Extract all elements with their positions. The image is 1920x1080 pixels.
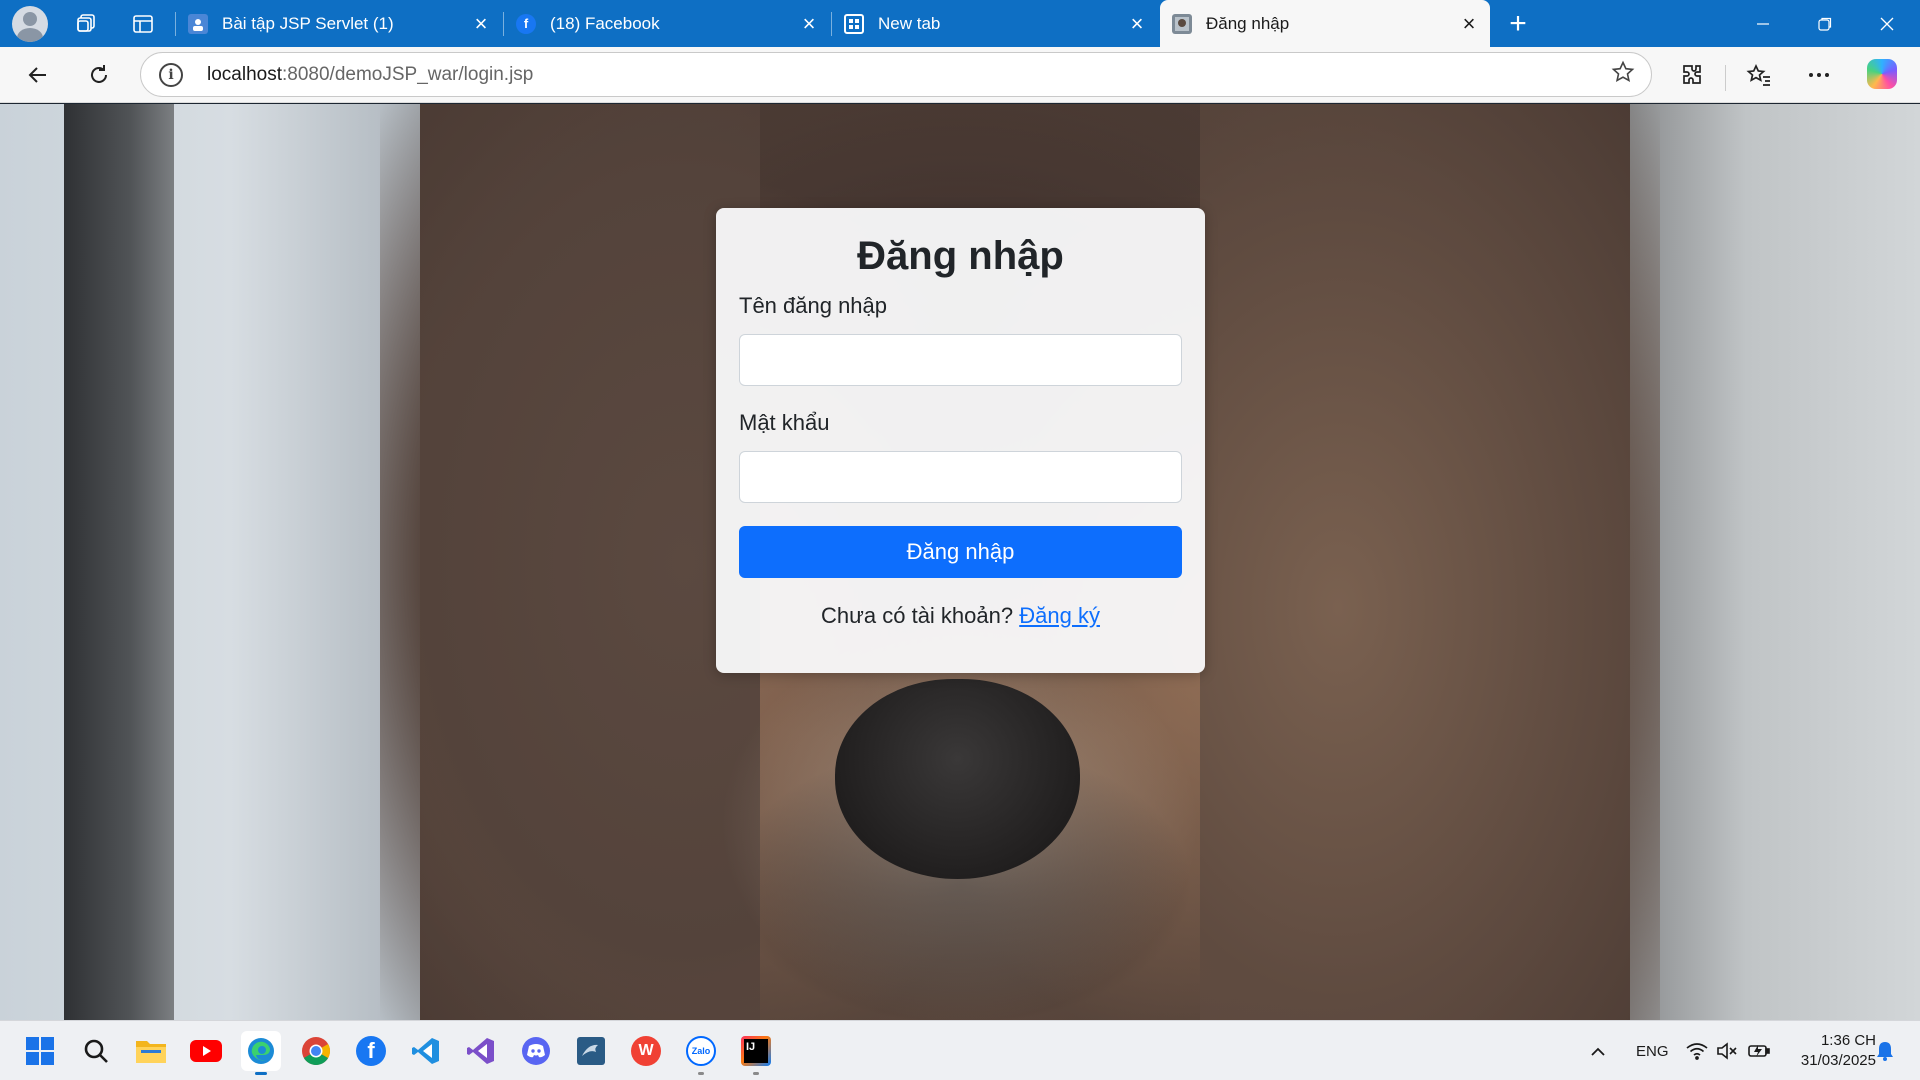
volume-muted-icon[interactable] <box>1716 1021 1738 1080</box>
browser-titlebar: Bài tập JSP Servlet (1) × f (18) Faceboo… <box>0 0 1920 47</box>
system-clock[interactable]: 1:36 CH 31/03/2025 <box>1780 1031 1876 1071</box>
wifi-icon[interactable] <box>1686 1021 1708 1080</box>
facebook-icon: f <box>516 13 536 34</box>
file-explorer-icon[interactable] <box>131 1031 171 1071</box>
vertical-tabs-icon[interactable] <box>125 6 161 42</box>
username-label: Tên đăng nhập <box>739 293 888 318</box>
reload-icon[interactable] <box>79 55 119 95</box>
profile-avatar[interactable] <box>12 6 48 42</box>
zalo-icon[interactable]: Zalo <box>681 1031 721 1075</box>
background-photo <box>380 104 760 1020</box>
vscode-icon[interactable] <box>406 1031 446 1071</box>
visual-studio-icon[interactable] <box>461 1031 501 1071</box>
close-tab-icon[interactable]: × <box>1122 9 1152 39</box>
more-menu-icon[interactable] <box>1799 55 1839 95</box>
workspaces-icon[interactable] <box>68 6 104 42</box>
background-photo <box>1630 104 1920 1020</box>
close-tab-icon[interactable]: × <box>794 9 824 39</box>
user-icon <box>188 13 208 34</box>
password-input[interactable] <box>739 451 1182 503</box>
register-prompt: Chưa có tài khoản? <box>821 603 1014 628</box>
login-title: Đăng nhập <box>857 234 1064 278</box>
edge-icon[interactable] <box>241 1031 281 1075</box>
active-indicator <box>255 1072 267 1075</box>
close-window-icon[interactable] <box>1856 0 1918 47</box>
register-prompt-line: Chưa có tài khoản? Đăng ký <box>716 603 1205 629</box>
clock-time: 1:36 CH <box>1820 1032 1876 1049</box>
login-button[interactable]: Đăng nhập <box>739 526 1182 578</box>
copilot-icon[interactable] <box>1867 59 1897 89</box>
language-indicator[interactable]: ENG <box>1636 1021 1669 1080</box>
show-hidden-icons[interactable] <box>1590 1021 1606 1080</box>
close-tab-icon[interactable]: × <box>1454 9 1484 39</box>
tab-jsp-servlet[interactable]: Bài tập JSP Servlet (1) × <box>176 0 502 47</box>
favorites-icon[interactable] <box>1739 55 1779 95</box>
site-info-icon[interactable]: i <box>159 63 183 87</box>
tab-title: Đăng nhập <box>1206 13 1290 33</box>
mysql-workbench-icon[interactable] <box>571 1031 611 1071</box>
background-photo <box>64 104 174 1020</box>
facebook-app-icon[interactable]: f <box>351 1031 391 1071</box>
toolbar-divider <box>1725 65 1726 91</box>
register-link[interactable]: Đăng ký <box>1019 603 1100 628</box>
battery-icon[interactable] <box>1747 1021 1771 1080</box>
username-input[interactable] <box>739 334 1182 386</box>
chrome-icon[interactable] <box>296 1031 336 1071</box>
address-bar[interactable]: i localhost:8080/demoJSP_war/login.jsp <box>140 52 1652 97</box>
page-viewport: Đăng nhập Tên đăng nhập Mật khẩu Đăng nh… <box>0 104 1920 1020</box>
login-card: Đăng nhập Tên đăng nhập Mật khẩu Đăng nh… <box>716 208 1205 673</box>
newtab-icon <box>844 13 864 34</box>
tab-dang-nhap[interactable]: Đăng nhập × <box>1160 0 1490 47</box>
clock-date: 31/03/2025 <box>1800 1052 1876 1069</box>
background-photo <box>0 104 420 1020</box>
tab-new-tab[interactable]: New tab × <box>832 0 1158 47</box>
url-text[interactable]: localhost:8080/demoJSP_war/login.jsp <box>207 64 533 86</box>
new-tab-button[interactable]: + <box>1500 6 1536 42</box>
start-icon[interactable] <box>20 1031 60 1071</box>
minimize-icon[interactable] <box>1732 0 1794 47</box>
search-icon[interactable] <box>76 1031 116 1071</box>
tab-title: New tab <box>878 13 941 33</box>
background-photo <box>1200 104 1660 1020</box>
page-icon <box>1172 13 1192 34</box>
browser-toolbar: i localhost:8080/demoJSP_war/login.jsp <box>0 47 1920 103</box>
url-path: :8080/demoJSP_war/login.jsp <box>282 64 534 85</box>
discord-icon[interactable] <box>516 1031 556 1071</box>
wps-office-icon[interactable]: W <box>626 1031 666 1071</box>
extensions-icon[interactable] <box>1672 55 1712 95</box>
restore-icon[interactable] <box>1794 0 1856 47</box>
taskbar: f W Zalo IJ ENG 1:36 CH 31/03/2025 <box>0 1020 1920 1080</box>
tab-facebook[interactable]: f (18) Facebook × <box>504 0 830 47</box>
tab-title: Bài tập JSP Servlet (1) <box>222 13 394 33</box>
password-label: Mật khẩu <box>739 410 830 435</box>
notification-bell-icon[interactable] <box>1876 1021 1894 1080</box>
background-photo <box>835 679 1080 879</box>
favorite-star-icon[interactable] <box>1611 60 1635 91</box>
running-indicator <box>698 1072 704 1075</box>
close-tab-icon[interactable]: × <box>466 9 496 39</box>
intellij-icon[interactable]: IJ <box>736 1031 776 1075</box>
youtube-icon[interactable] <box>186 1031 226 1071</box>
tab-title: (18) Facebook <box>550 13 660 33</box>
running-indicator <box>753 1072 759 1075</box>
back-icon[interactable] <box>18 55 58 95</box>
url-host: localhost <box>207 64 282 85</box>
